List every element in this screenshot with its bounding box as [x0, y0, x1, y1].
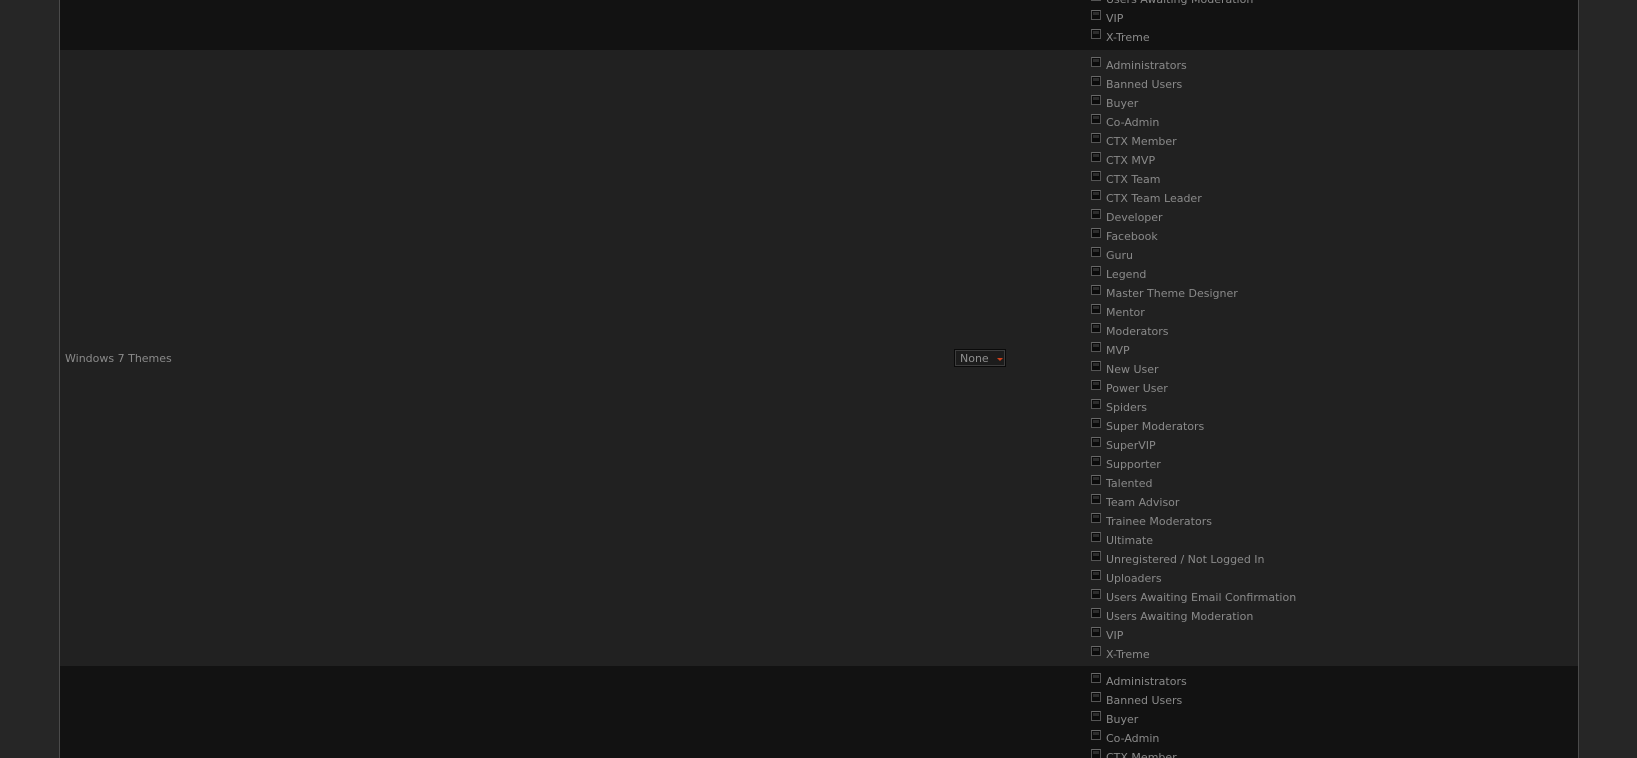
usergroup-label: Co-Admin: [1106, 732, 1160, 745]
checkbox-icon[interactable]: [1091, 570, 1101, 580]
checkbox-icon[interactable]: [1091, 711, 1101, 721]
checkbox-icon[interactable]: [1091, 209, 1101, 219]
usergroup-label: Guru: [1106, 249, 1133, 262]
checkbox-icon[interactable]: [1091, 285, 1101, 295]
checkbox-icon[interactable]: [1091, 95, 1101, 105]
usergroup-label: Administrators: [1106, 675, 1187, 688]
checkbox-icon[interactable]: [1091, 228, 1101, 238]
usergroup-label: Developer: [1106, 211, 1163, 224]
permission-row-windows-7-themes: Windows 7 Themes None Administrators Bann…: [60, 50, 1578, 666]
checkbox-icon[interactable]: [1091, 304, 1101, 314]
checkbox-icon[interactable]: [1091, 29, 1101, 39]
usergroup-label: Buyer: [1106, 713, 1139, 726]
row-title: Windows 7 Themes: [65, 352, 172, 365]
checkbox-icon[interactable]: [1091, 361, 1101, 371]
usergroup-label: Banned Users: [1106, 694, 1183, 707]
usergroup-label: Talented: [1106, 477, 1153, 490]
checkbox-icon[interactable]: [1091, 190, 1101, 200]
checkbox-icon[interactable]: [1091, 437, 1101, 447]
checkbox-icon[interactable]: [1091, 627, 1101, 637]
chevron-down-icon: [997, 358, 1003, 361]
usergroup-label: Spiders: [1106, 401, 1148, 414]
usergroup-label: Team Advisor: [1106, 496, 1180, 509]
usergroup-label: VIP: [1106, 629, 1124, 642]
usergroup-label: Banned Users: [1106, 78, 1183, 91]
checkbox-icon[interactable]: [1091, 247, 1101, 257]
usergroup-label: SuperVIP: [1106, 439, 1156, 452]
checkbox-icon[interactable]: [1091, 589, 1101, 599]
usergroup-label: CTX Team Leader: [1106, 192, 1202, 205]
permission-row: Administrators Banned Users Buyer Co-Admin C…: [60, 666, 1578, 758]
usergroup-label: CTX MVP: [1106, 154, 1156, 167]
permission-row: Users Awaiting Moderation VIP X-Treme: [60, 0, 1578, 50]
usergroup-label: Co-Admin: [1106, 116, 1160, 129]
usergroup-label: Master Theme Designer: [1106, 287, 1238, 300]
usergroup-label: Power User: [1106, 382, 1168, 395]
checkbox-icon[interactable]: [1091, 646, 1101, 656]
usergroup-label: CTX Team: [1106, 173, 1161, 186]
usergroup-label: CTX Member: [1106, 135, 1177, 148]
usergroup-label: Administrators: [1106, 59, 1187, 72]
checkbox-icon[interactable]: [1091, 171, 1101, 181]
usergroup-label: Legend: [1106, 268, 1147, 281]
usergroup-label: Trainee Moderators: [1106, 515, 1212, 528]
checkbox-icon[interactable]: [1091, 608, 1101, 618]
checkbox-icon[interactable]: [1091, 76, 1101, 86]
usergroup-label: Unregistered / Not Logged In: [1106, 553, 1265, 566]
checkbox-icon[interactable]: [1091, 114, 1101, 124]
usergroup-label: Moderators: [1106, 325, 1169, 338]
checkbox-icon[interactable]: [1091, 399, 1101, 409]
usergroup-label: MVP: [1106, 344, 1130, 357]
checkbox-icon[interactable]: [1091, 266, 1101, 276]
checkbox-icon[interactable]: [1091, 475, 1101, 485]
checkbox-icon[interactable]: [1091, 730, 1101, 740]
usergroup-label: Super Moderators: [1106, 420, 1205, 433]
checkbox-icon[interactable]: [1091, 342, 1101, 352]
checkbox-icon[interactable]: [1091, 532, 1101, 542]
checkbox-icon[interactable]: [1091, 323, 1101, 333]
checkbox-icon[interactable]: [1091, 456, 1101, 466]
usergroup-label: Users Awaiting Moderation: [1106, 0, 1253, 6]
checkbox-icon[interactable]: [1091, 380, 1101, 390]
checkbox-icon[interactable]: [1091, 10, 1101, 20]
checkbox-icon[interactable]: [1091, 152, 1101, 162]
usergroup-label: Users Awaiting Moderation: [1106, 610, 1254, 623]
checkbox-icon[interactable]: [1091, 749, 1101, 758]
usergroup-label: New User: [1106, 363, 1159, 376]
checkbox-icon[interactable]: [1091, 57, 1101, 67]
permission-select[interactable]: None: [954, 349, 1006, 367]
checkbox-icon[interactable]: [1091, 692, 1101, 702]
checkbox-icon[interactable]: [1091, 0, 1101, 1]
permissions-table: Users Awaiting Moderation VIP X-Treme Wind…: [59, 0, 1579, 758]
usergroup-label: Supporter: [1106, 458, 1161, 471]
checkbox-icon[interactable]: [1091, 418, 1101, 428]
checkbox-icon[interactable]: [1091, 133, 1101, 143]
usergroup-label: Users Awaiting Email Confirmation: [1106, 591, 1297, 604]
usergroup-label: X-Treme: [1106, 648, 1150, 661]
usergroup-label: Uploaders: [1106, 572, 1162, 585]
checkbox-icon[interactable]: [1091, 494, 1101, 504]
usergroup-label: Buyer: [1106, 97, 1139, 110]
usergroup-label: X-Treme: [1106, 31, 1150, 44]
checkbox-icon[interactable]: [1091, 513, 1101, 523]
usergroup-label: Facebook: [1106, 230, 1158, 243]
usergroup-label: CTX Member: [1106, 751, 1177, 758]
usergroup-label: Mentor: [1106, 306, 1145, 319]
checkbox-icon[interactable]: [1091, 673, 1101, 683]
select-value: None: [960, 352, 989, 365]
usergroup-label: Ultimate: [1106, 534, 1154, 547]
checkbox-icon[interactable]: [1091, 551, 1101, 561]
usergroup-label: VIP: [1106, 12, 1124, 25]
